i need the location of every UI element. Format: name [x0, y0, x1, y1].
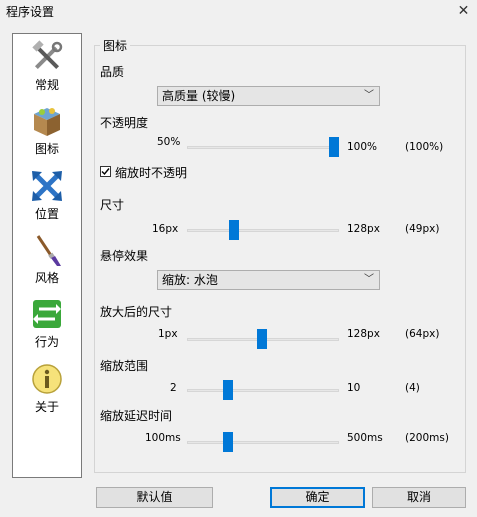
- sidebar-item-label: 图标: [34, 142, 59, 156]
- opacity-slider-track[interactable]: [187, 146, 339, 149]
- title-bar: [0, 0, 477, 22]
- zoom-size-current: (64px): [405, 328, 440, 340]
- opacity-slider-thumb[interactable]: [329, 137, 339, 157]
- group-legend: 图标: [100, 37, 131, 54]
- size-label: 尺寸: [100, 198, 125, 212]
- sidebar-item-style[interactable]: 风格: [13, 231, 81, 293]
- quality-label: 品质: [100, 65, 125, 79]
- zoom-range-label: 缩放范围: [100, 359, 149, 373]
- quality-value: 高质量 (较慢): [162, 89, 236, 103]
- opaque-on-zoom-checkbox[interactable]: [100, 166, 111, 177]
- brush-icon: [36, 235, 61, 266]
- opacity-min: 50%: [157, 136, 181, 148]
- default-button[interactable]: 默认值: [96, 487, 213, 508]
- zoom-delay-label: 缩放延迟时间: [100, 409, 173, 423]
- hover-effect-select[interactable]: 缩放: 水泡 ﹀: [157, 270, 380, 290]
- cancel-button[interactable]: 取消: [372, 487, 466, 508]
- zoom-range-min: 2: [170, 382, 177, 394]
- size-slider-track[interactable]: [187, 229, 339, 232]
- sidebar-item-icons[interactable]: 图标: [13, 102, 81, 164]
- zoom-range-max: 10: [347, 382, 361, 394]
- zoom-delay-min: 100ms: [145, 432, 181, 444]
- zoom-range-current: (4): [405, 382, 420, 394]
- opacity-current: (100%): [405, 141, 444, 153]
- sidebar-item-label: 位置: [34, 207, 59, 221]
- box-icon: [34, 108, 60, 136]
- zoom-size-label: 放大后的尺寸: [100, 305, 173, 319]
- window-title: 程序设置: [6, 5, 55, 19]
- sidebar-item-position[interactable]: 位置: [13, 167, 81, 229]
- size-min: 16px: [152, 223, 179, 235]
- sidebar-item-label: 常规: [34, 78, 59, 92]
- close-icon: ✕: [457, 3, 470, 19]
- zoom-delay-slider-thumb[interactable]: [222, 432, 233, 452]
- info-icon: [32, 364, 62, 394]
- zoom-size-slider-thumb[interactable]: [257, 329, 268, 349]
- sidebar-item-behavior[interactable]: 行为: [13, 295, 81, 357]
- zoom-size-max: 128px: [347, 328, 380, 340]
- exchange-arrows-icon: [33, 300, 61, 328]
- tools-icon: [32, 40, 63, 70]
- sidebar-item-about[interactable]: 关于: [13, 360, 81, 422]
- close-button[interactable]: ✕: [450, 0, 477, 22]
- sidebar: 常规 图标 位置 风格 行为 关于: [12, 33, 82, 478]
- zoom-delay-max: 500ms: [347, 432, 383, 444]
- size-slider-thumb[interactable]: [228, 220, 239, 240]
- zoom-delay-slider-track[interactable]: [187, 441, 339, 444]
- chevron-down-icon: ﹀: [364, 90, 374, 101]
- chevron-down-icon: ﹀: [364, 274, 374, 285]
- zoom-range-slider-thumb[interactable]: [222, 380, 233, 400]
- size-current: (49px): [405, 223, 440, 235]
- sidebar-item-label: 关于: [34, 400, 59, 414]
- zoom-size-min: 1px: [158, 328, 178, 340]
- quality-select[interactable]: 高质量 (较慢) ﹀: [157, 86, 380, 106]
- zoom-range-slider-track[interactable]: [187, 389, 339, 392]
- hover-effect-value: 缩放: 水泡: [162, 273, 218, 287]
- hover-effect-label: 悬停效果: [100, 249, 149, 263]
- opacity-label: 不透明度: [100, 116, 149, 130]
- ok-button[interactable]: 确定: [270, 487, 365, 508]
- zoom-delay-current: (200ms): [405, 432, 449, 444]
- checkmark-icon: [101, 168, 110, 176]
- opacity-max: 100%: [347, 141, 378, 153]
- sidebar-item-label: 行为: [34, 335, 59, 349]
- sidebar-item-general[interactable]: 常规: [13, 38, 81, 100]
- move-arrows-icon: [32, 171, 62, 201]
- opaque-on-zoom-label: 缩放时不透明: [115, 166, 188, 180]
- sidebar-item-label: 风格: [34, 271, 59, 285]
- size-max: 128px: [347, 223, 380, 235]
